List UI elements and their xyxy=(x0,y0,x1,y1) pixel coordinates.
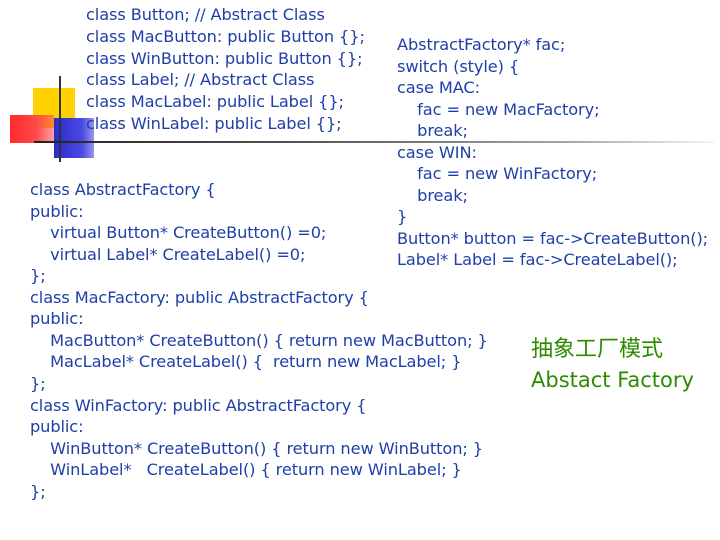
code-line: case MAC: xyxy=(397,78,480,97)
code-line: class Button; // Abstract Class xyxy=(86,5,325,24)
decor-horizontal-rule xyxy=(34,141,714,143)
code-line: class Label; // Abstract Class xyxy=(86,70,315,89)
code-line: Label* Label = fac->CreateLabel(); xyxy=(397,250,678,269)
code-line: class WinFactory: public AbstractFactory… xyxy=(30,396,367,415)
slide-title-chinese: 抽象工厂模式 xyxy=(531,337,664,362)
code-line: case WIN: xyxy=(397,143,477,162)
code-line: switch (style) { xyxy=(397,57,520,76)
code-line: AbstractFactory* fac; xyxy=(397,35,566,54)
code-line: public: xyxy=(30,417,84,436)
code-line: }; xyxy=(30,482,46,501)
code-line: public: xyxy=(30,202,84,221)
code-line: class AbstractFactory { xyxy=(30,180,216,199)
code-line: WinButton* CreateButton() { return new W… xyxy=(30,439,483,458)
code-line: Button* button = fac->CreateButton(); xyxy=(397,229,709,248)
code-line: virtual Button* CreateButton() =0; xyxy=(30,223,327,242)
code-line: }; xyxy=(30,374,46,393)
code-line: break; xyxy=(397,121,468,140)
code-line: virtual Label* CreateLabel() =0; xyxy=(30,245,306,264)
code-line: MacButton* CreateButton() { return new M… xyxy=(30,331,488,350)
code-line: class MacButton: public Button {}; xyxy=(86,27,365,46)
code-line: } xyxy=(397,207,408,226)
code-line: WinLabel* CreateLabel() { return new Win… xyxy=(30,460,462,479)
code-line: class WinButton: public Button {}; xyxy=(86,49,363,68)
slide-title-english: Abstact Factory xyxy=(531,368,694,392)
code-line: fac = new MacFactory; xyxy=(397,100,600,119)
code-line: break; xyxy=(397,186,468,205)
code-line: MacLabel* CreateLabel() { return new Mac… xyxy=(30,352,462,371)
decor-vertical-rule xyxy=(59,76,61,162)
code-line: class MacLabel: public Label {}; xyxy=(86,92,344,111)
decor-red-square xyxy=(10,115,54,143)
code-line: fac = new WinFactory; xyxy=(397,164,598,183)
code-line: class WinLabel: public Label {}; xyxy=(86,114,342,133)
code-line: public: xyxy=(30,309,84,328)
code-line: class MacFactory: public AbstractFactory… xyxy=(30,288,369,307)
code-line: }; xyxy=(30,266,46,285)
